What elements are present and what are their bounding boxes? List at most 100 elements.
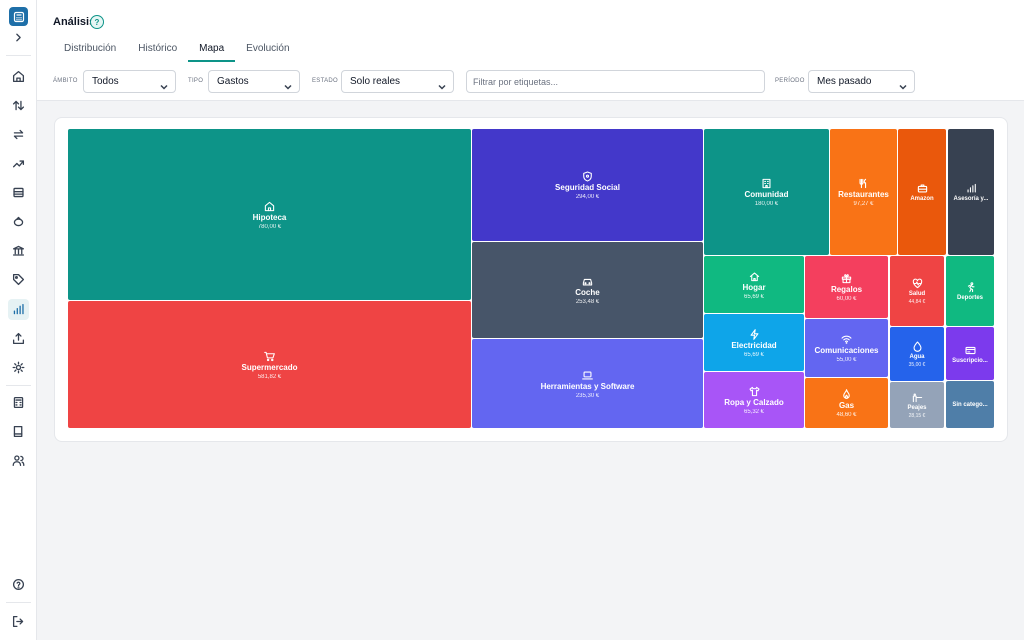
treemap-tile-hogar[interactable]: Hogar 65,69 € [704, 256, 804, 313]
estado-label: ESTADO [312, 78, 339, 84]
tile-name: Peajes [907, 405, 927, 411]
tipo-select[interactable]: Gastos [208, 70, 300, 93]
upload-icon[interactable] [8, 328, 29, 349]
help-badge[interactable]: ? [90, 15, 104, 29]
tile-value: 60,00 € [836, 296, 857, 302]
treemap-tile-ropa-y-calzado[interactable]: Ropa y Calzado 65,32 € [704, 372, 804, 428]
treemap-tile-comunicaciones[interactable]: Comunicaciones 55,00 € [805, 319, 888, 377]
book-icon[interactable] [8, 421, 29, 442]
tile-name: Comunicaciones [814, 346, 879, 355]
treemap-tile-restaurantes[interactable]: Restaurantes 97,27 € [830, 129, 897, 255]
logout-icon[interactable] [8, 611, 29, 632]
settings-icon[interactable] [8, 357, 29, 378]
sidebar-divider [6, 55, 31, 56]
treemap-tile-asesoría-y[interactable]: Asesoría y... [948, 129, 994, 255]
treemap-tile-amazon[interactable]: Amazon [898, 129, 946, 255]
laptop-icon [582, 368, 593, 379]
treemap-tile-coche[interactable]: Coche 253,48 € [472, 242, 703, 338]
tile-name: Coche [575, 288, 600, 297]
ambito-value: Todos [92, 76, 119, 87]
tag-icon[interactable] [8, 269, 29, 290]
treemap-tile-seguridad-social[interactable]: Seguridad Social 294,00 € [472, 129, 703, 241]
analysis-icon[interactable] [8, 299, 29, 320]
tab-bar: Distribución Histórico Mapa Evolución [53, 38, 301, 62]
treemap-tile-suscripcio[interactable]: Suscripcio... [946, 327, 994, 380]
transfers-icon[interactable] [8, 124, 29, 145]
chevron-down-icon [438, 78, 446, 90]
calculator-icon[interactable] [8, 392, 29, 413]
tile-name: Sin catego... [952, 401, 988, 408]
savings-icon[interactable] [8, 211, 29, 232]
periodo-label: PERÍODO [775, 78, 805, 84]
tile-name: Gas [838, 401, 855, 410]
bar-chart-icon [966, 181, 977, 193]
users-icon[interactable] [8, 450, 29, 471]
tile-value: 28,15 € [908, 413, 926, 419]
tab-mapa[interactable]: Mapa [188, 38, 236, 62]
treemap-tile-agua[interactable]: Agua 35,00 € [890, 327, 944, 381]
home-icon[interactable] [8, 66, 29, 87]
tile-value: 780,00 € [257, 223, 282, 230]
treemap-tile-sin-catego[interactable]: Sin catego... [946, 381, 994, 428]
tab-distribucion[interactable]: Distribución [53, 38, 127, 62]
periodo-select[interactable]: Mes pasado [808, 70, 915, 93]
ambito-select[interactable]: Todos [83, 70, 176, 93]
tile-name: Ropa y Calzado [724, 398, 784, 407]
page-title: Análisis [53, 16, 96, 28]
treemap-card: Hipoteca 780,00 € Supermercado 581,82 € Segu… [54, 117, 1008, 442]
tile-value: 235,30 € [575, 392, 600, 399]
treemap-tile-hipoteca[interactable]: Hipoteca 780,00 € [68, 129, 471, 300]
tile-name: Supermercado [241, 362, 298, 372]
card-icon [964, 343, 976, 354]
tags-filter-input[interactable] [466, 70, 765, 93]
treemap-tile-supermercado[interactable]: Supermercado 581,82 € [68, 301, 471, 428]
treemap-tile-comunidad[interactable]: Comunidad 180,00 € [704, 129, 829, 255]
tab-historico[interactable]: Histórico [127, 38, 188, 62]
heart-pulse-icon [912, 276, 923, 289]
accounts-icon[interactable] [8, 182, 29, 203]
tile-value: 65,69 € [743, 351, 765, 358]
periodo-value: Mes pasado [817, 76, 872, 87]
tile-name: Amazon [910, 196, 934, 202]
chevron-down-icon [284, 78, 292, 90]
estado-select[interactable]: Solo reales [341, 70, 454, 93]
tile-name: Suscripcio... [952, 357, 988, 364]
tipo-label: TIPO [188, 78, 204, 84]
tile-value: 35,00 € [908, 362, 926, 368]
app-logo[interactable] [9, 7, 28, 26]
tab-evolucion[interactable]: Evolución [235, 38, 300, 62]
bank-icon[interactable] [8, 240, 29, 261]
filter-bar: ÁMBITO Todos TIPO Gastos ESTADO Solo rea… [37, 70, 1024, 94]
tile-value: 180,00 € [754, 201, 779, 207]
building-icon [761, 176, 772, 189]
trend-icon[interactable] [8, 153, 29, 174]
expand-sidebar-icon[interactable] [8, 27, 29, 48]
tile-value: 44,84 € [908, 299, 926, 305]
tipo-value: Gastos [217, 76, 249, 87]
shield-icon [582, 169, 593, 182]
help-icon[interactable] [8, 574, 29, 595]
transactions-icon[interactable] [8, 95, 29, 116]
sidebar-divider [6, 385, 31, 386]
treemap-tile-deportes[interactable]: Deportes [946, 256, 994, 326]
tile-value: 48,60 € [836, 412, 857, 418]
running-icon [965, 280, 976, 293]
tile-name: Asesoría y... [953, 196, 989, 202]
treemap-tile-gas[interactable]: Gas 48,60 € [805, 378, 888, 428]
tile-value: 65,69 € [743, 293, 765, 300]
treemap-tile-electricidad[interactable]: Electricidad 65,69 € [704, 314, 804, 371]
gift-icon [841, 271, 852, 284]
ambito-label: ÁMBITO [53, 78, 78, 84]
treemap-tile-herramientas-y-software[interactable]: Herramientas y Software 235,30 € [472, 339, 703, 428]
treemap-tile-salud[interactable]: Salud 44,84 € [890, 256, 944, 326]
treemap-tile-peajes[interactable]: Peajes 28,15 € [890, 382, 944, 428]
treemap-tile-regalos[interactable]: Regalos 60,00 € [805, 256, 888, 318]
chevron-down-icon [899, 78, 907, 90]
car-icon [582, 274, 593, 286]
tile-value: 97,27 € [853, 201, 874, 207]
tile-value: 55,00 € [836, 357, 857, 363]
fork-knife-icon [858, 176, 869, 189]
tile-value: 65,32 € [743, 409, 765, 415]
tile-name: Restaurantes [838, 190, 889, 199]
tile-name: Hipoteca [252, 212, 287, 222]
